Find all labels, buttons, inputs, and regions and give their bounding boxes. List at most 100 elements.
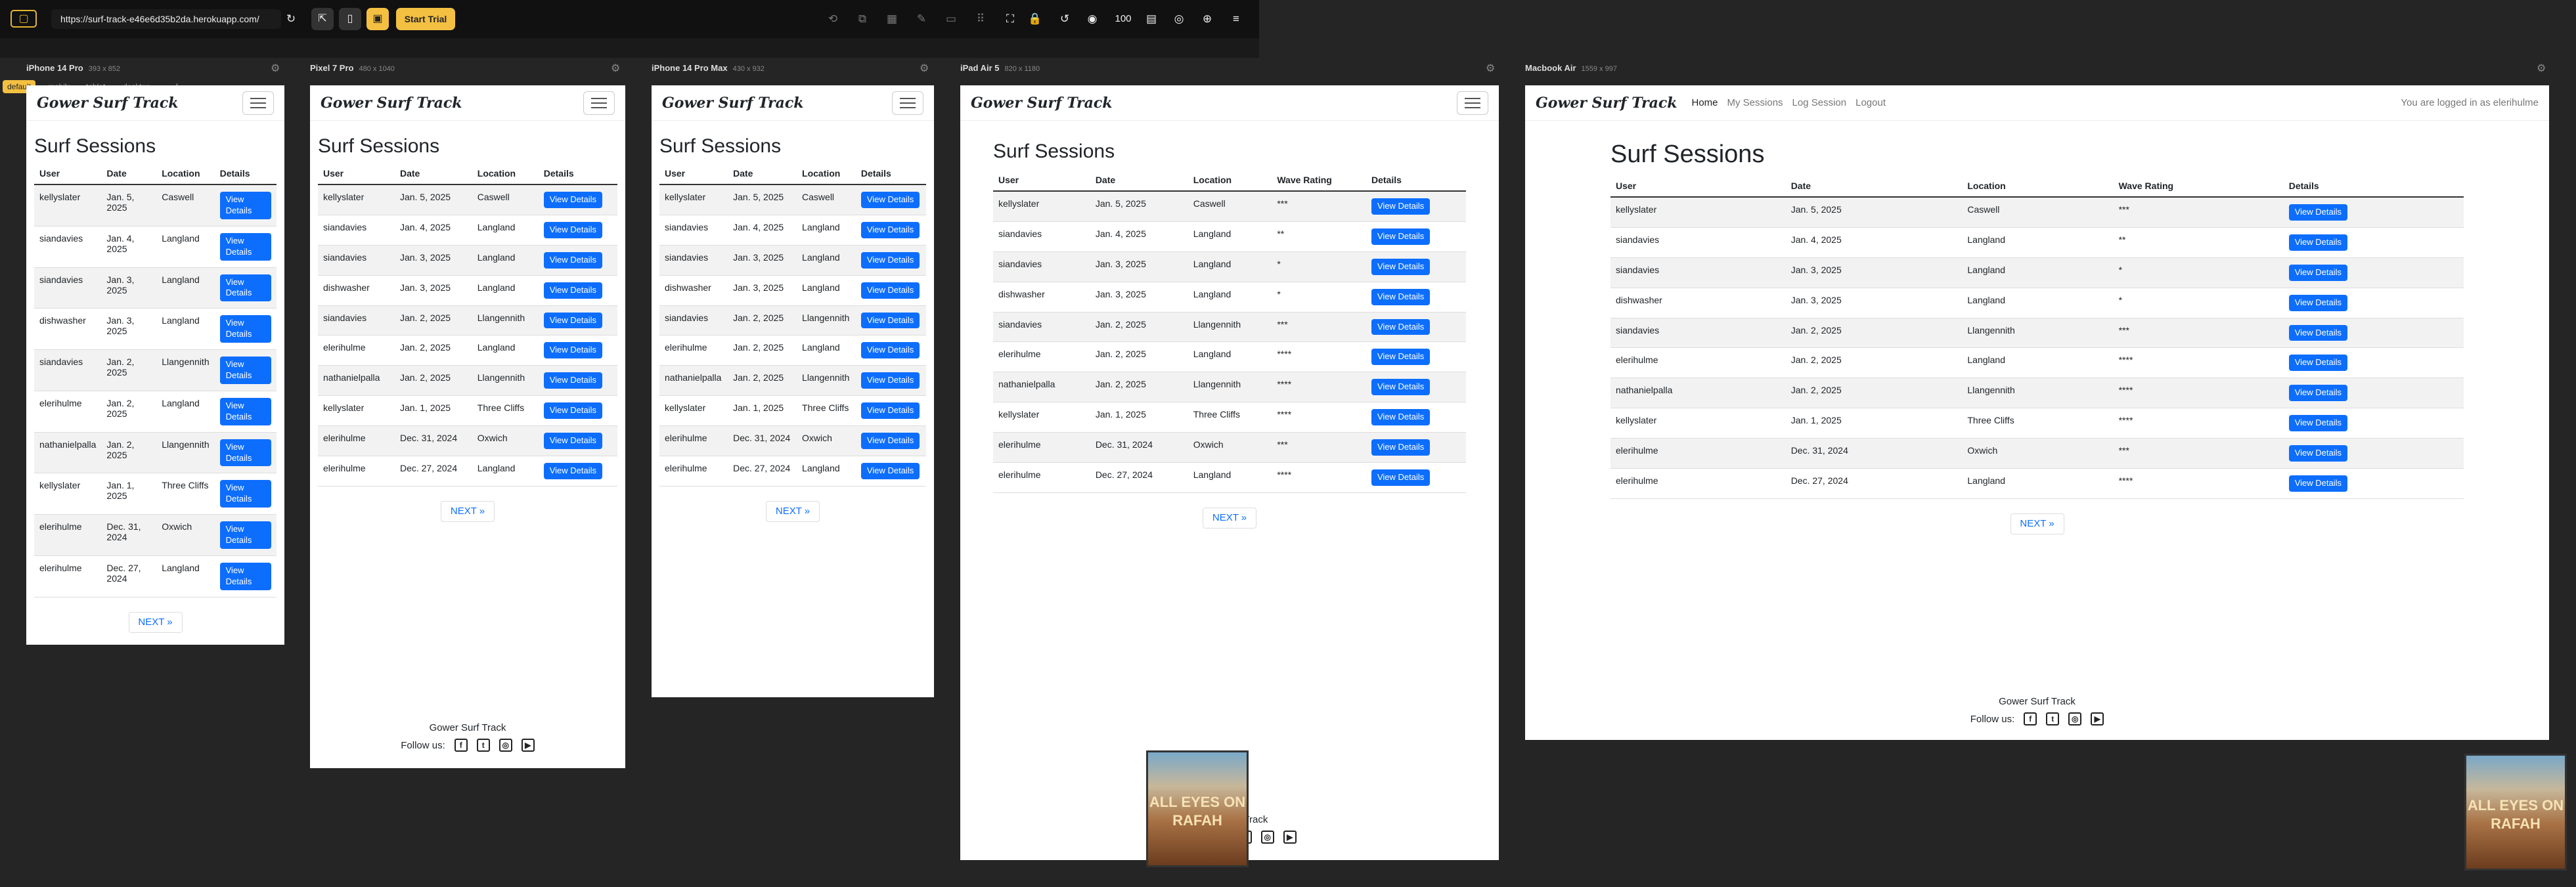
view-details-button[interactable]: View Details xyxy=(2288,324,2348,341)
view-details-button[interactable]: View Details xyxy=(219,480,271,508)
view-details-button[interactable]: View Details xyxy=(1371,198,1431,215)
view-details-button[interactable]: View Details xyxy=(860,192,920,208)
view-details-button[interactable]: View Details xyxy=(1371,409,1431,426)
view-details-button[interactable]: View Details xyxy=(543,282,603,299)
view-details-button[interactable]: View Details xyxy=(2288,385,2348,402)
instagram-icon[interactable]: ◎ xyxy=(499,739,512,752)
view-details-button[interactable]: View Details xyxy=(219,232,271,261)
gear-icon[interactable]: ⚙ xyxy=(1486,62,1495,75)
view-details-button[interactable]: View Details xyxy=(543,402,603,420)
gear-icon[interactable]: ⚙ xyxy=(2537,62,2546,75)
instagram-icon[interactable]: ◎ xyxy=(2068,712,2082,725)
view-details-button[interactable]: View Details xyxy=(219,315,271,343)
sync-icon[interactable]: ⟲ xyxy=(823,9,843,29)
gear-icon[interactable]: ⚙ xyxy=(611,62,620,75)
next-page-link[interactable]: NEXT » xyxy=(1203,507,1256,529)
view-details-button[interactable]: View Details xyxy=(219,521,271,550)
view-details-button[interactable]: View Details xyxy=(1371,318,1431,335)
view-details-button[interactable]: View Details xyxy=(543,433,603,450)
view-details-button[interactable]: View Details xyxy=(860,372,920,389)
view-details-button[interactable]: View Details xyxy=(543,342,603,359)
save-icon[interactable]: ▤ xyxy=(1142,9,1161,29)
menu-icon[interactable]: ≡ xyxy=(1226,9,1246,29)
twitter-icon[interactable]: t xyxy=(2046,712,2060,725)
start-trial-button[interactable]: Start Trial xyxy=(396,8,455,30)
view-details-button[interactable]: View Details xyxy=(860,251,920,269)
settings-icon[interactable]: ⊕ xyxy=(1197,9,1217,29)
view-details-button[interactable]: View Details xyxy=(1371,349,1431,366)
hamburger-icon[interactable] xyxy=(583,91,615,115)
view-details-button[interactable]: View Details xyxy=(2288,355,2348,372)
view-details-button[interactable]: View Details xyxy=(2288,415,2348,432)
view-details-button[interactable]: View Details xyxy=(2288,234,2348,251)
zoom-level[interactable]: 100 xyxy=(1112,9,1134,29)
grid-icon[interactable]: ▦ xyxy=(882,9,902,29)
hamburger-icon[interactable] xyxy=(1457,91,1488,115)
video-thumbnail[interactable]: ALL EYES ON RAFAH xyxy=(1146,750,1249,867)
youtube-icon[interactable]: ▶ xyxy=(2091,712,2104,725)
hamburger-icon[interactable] xyxy=(892,91,923,115)
facebook-icon[interactable]: f xyxy=(454,739,468,752)
devices-icon[interactable]: ▣ xyxy=(366,8,389,30)
view-details-button[interactable]: View Details xyxy=(860,312,920,329)
view-details-button[interactable]: View Details xyxy=(543,312,603,329)
brand-logo[interactable]: Gower Surf Track xyxy=(321,95,462,112)
nav-link[interactable]: My Sessions xyxy=(1727,97,1783,108)
view-details-button[interactable]: View Details xyxy=(860,433,920,450)
view-details-button[interactable]: View Details xyxy=(1371,379,1431,396)
view-details-button[interactable]: View Details xyxy=(860,342,920,359)
view-details-button[interactable]: View Details xyxy=(543,251,603,269)
view-details-button[interactable]: View Details xyxy=(1371,228,1431,245)
youtube-icon[interactable]: ▶ xyxy=(1283,831,1297,844)
view-details-button[interactable]: View Details xyxy=(219,563,271,590)
view-details-button[interactable]: View Details xyxy=(2288,475,2348,492)
view-details-button[interactable]: View Details xyxy=(543,221,603,238)
nav-link[interactable]: Home xyxy=(1692,97,1718,108)
view-details-button[interactable]: View Details xyxy=(1371,288,1431,305)
undo-icon[interactable]: ↺ xyxy=(1055,9,1075,29)
url-bar[interactable]: https://surf-track-e46e6d35b2da.herokuap… xyxy=(51,9,281,29)
view-details-button[interactable]: View Details xyxy=(2288,264,2348,281)
ruler-icon[interactable]: ✎ xyxy=(912,9,931,29)
view-details-button[interactable]: View Details xyxy=(860,463,920,479)
view-details-button[interactable]: View Details xyxy=(1371,258,1431,275)
view-details-button[interactable]: View Details xyxy=(219,274,271,302)
gear-icon[interactable]: ⚙ xyxy=(271,62,280,75)
view-details-button[interactable]: View Details xyxy=(543,463,603,479)
lock-icon[interactable]: 🔒 xyxy=(1025,9,1045,29)
youtube-icon[interactable]: ▶ xyxy=(521,739,535,752)
camera-icon[interactable]: ◉ xyxy=(1082,9,1102,29)
view-details-button[interactable]: View Details xyxy=(219,397,271,425)
view-details-button[interactable]: View Details xyxy=(2288,445,2348,462)
nav-link[interactable]: Logout xyxy=(1855,97,1886,108)
view-details-button[interactable]: View Details xyxy=(219,192,271,219)
view-details-button[interactable]: View Details xyxy=(543,192,603,208)
brand-logo[interactable]: Gower Surf Track xyxy=(971,95,1113,112)
brand-logo[interactable]: Gower Surf Track xyxy=(1536,95,1677,112)
dots-icon[interactable]: ⠿ xyxy=(971,9,990,29)
view-details-button[interactable]: View Details xyxy=(860,402,920,420)
brand-logo[interactable]: Gower Surf Track xyxy=(37,95,179,112)
next-page-link[interactable]: NEXT » xyxy=(766,500,820,522)
instagram-icon[interactable]: ◎ xyxy=(1260,831,1274,844)
frame-icon[interactable]: ▭ xyxy=(941,9,961,29)
brand-logo[interactable]: Gower Surf Track xyxy=(662,95,804,112)
view-details-button[interactable]: View Details xyxy=(2288,204,2348,221)
next-page-link[interactable]: NEXT » xyxy=(128,611,183,633)
facebook-icon[interactable]: f xyxy=(2024,712,2037,725)
layers-icon[interactable]: ⧉ xyxy=(853,9,872,29)
nav-link[interactable]: Log Session xyxy=(1792,97,1847,108)
view-details-button[interactable]: View Details xyxy=(860,282,920,299)
next-page-link[interactable]: NEXT » xyxy=(441,500,495,522)
next-page-link[interactable]: NEXT » xyxy=(2010,513,2064,534)
view-details-button[interactable]: View Details xyxy=(2288,294,2348,311)
view-details-button[interactable]: View Details xyxy=(1371,439,1431,456)
hamburger-icon[interactable] xyxy=(242,91,274,115)
view-details-button[interactable]: View Details xyxy=(860,221,920,238)
view-details-button[interactable]: View Details xyxy=(543,372,603,389)
reload-icon[interactable]: ↻ xyxy=(281,9,301,29)
layout-icon[interactable]: ▢ xyxy=(11,10,37,28)
pointer-icon[interactable]: ⇱ xyxy=(311,8,334,30)
video-thumbnail[interactable]: ALL EYES ON RAFAH xyxy=(2464,754,2567,871)
view-details-button[interactable]: View Details xyxy=(219,439,271,467)
